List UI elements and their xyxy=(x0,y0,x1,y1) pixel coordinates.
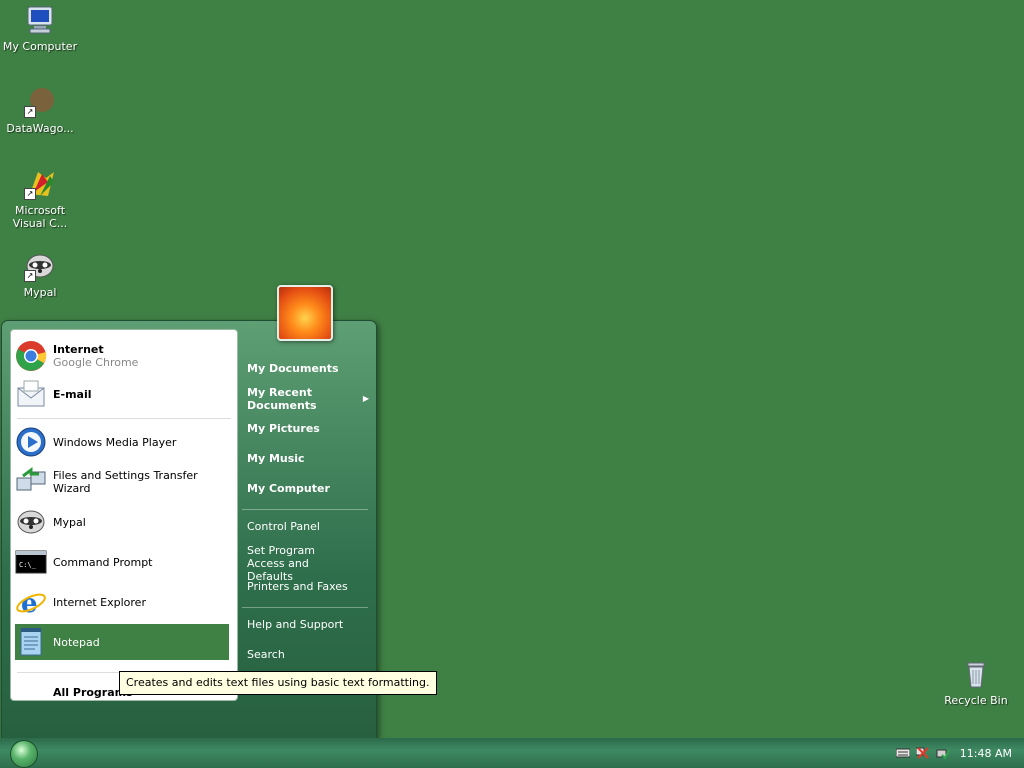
pinned-item-title: E-mail xyxy=(53,387,92,401)
places-item-set-program-access[interactable]: Set Program Access and Defaults xyxy=(247,544,355,583)
start-menu-left-pane: Internet Google Chrome E-mail Windows Me… xyxy=(10,329,238,701)
recent-item-media-player[interactable]: Windows Media Player xyxy=(15,424,229,460)
pinned-item-title: Internet xyxy=(53,343,104,356)
desktop-icon-visual-c[interactable]: ↗ Microsoft Visual C... xyxy=(0,168,80,230)
places-item-my-pictures[interactable]: My Pictures xyxy=(247,422,369,435)
recent-item-command-prompt[interactable]: C:\_ Command Prompt xyxy=(15,544,229,580)
notepad-icon xyxy=(15,626,47,658)
desktop-icon-datawagon[interactable]: ↗ DataWago... xyxy=(0,86,80,135)
places-item-control-panel[interactable]: Control Panel xyxy=(247,520,369,533)
command-prompt-icon: C:\_ xyxy=(15,546,47,578)
places-item-label: My Recent Documents xyxy=(247,386,317,412)
desktop-icon-recycle-bin[interactable]: Recycle Bin xyxy=(936,658,1016,707)
desktop-icon-label: Microsoft Visual C... xyxy=(12,204,68,230)
recent-item-internet-explorer[interactable]: e Internet Explorer xyxy=(15,584,229,620)
svg-text:e: e xyxy=(21,589,38,618)
recent-item-label: Command Prompt xyxy=(53,555,153,569)
pinned-item-internet[interactable]: Internet Google Chrome xyxy=(15,338,229,374)
separator xyxy=(242,509,368,510)
mypal-icon xyxy=(15,506,47,538)
clock[interactable]: 11:48 AM xyxy=(960,747,1012,760)
taskbar: 11:48 AM xyxy=(0,738,1024,768)
desktop-icon-label: My Computer xyxy=(2,40,78,53)
places-item-my-documents[interactable]: My Documents xyxy=(247,362,369,375)
chrome-icon xyxy=(15,340,47,372)
separator xyxy=(17,418,231,419)
shortcut-arrow-icon: ↗ xyxy=(24,106,36,118)
desktop-icon-label: Mypal xyxy=(23,286,57,299)
chevron-right-icon: ▶ xyxy=(362,394,369,403)
places-item-my-recent-documents[interactable]: My Recent Documents ▶ xyxy=(247,386,369,412)
places-item-printers-faxes[interactable]: Printers and Faxes xyxy=(247,580,369,593)
recent-item-transfer-wizard[interactable]: Files and Settings Transfer Wizard xyxy=(15,464,229,500)
separator xyxy=(242,607,368,608)
desktop-icon-my-computer[interactable]: My Computer xyxy=(0,4,80,53)
shortcut-arrow-icon: ↗ xyxy=(24,188,36,200)
datawagon-icon: ↗ xyxy=(24,86,56,118)
recent-item-label: Internet Explorer xyxy=(53,595,146,609)
keyboard-icon[interactable] xyxy=(895,746,911,760)
recent-item-notepad[interactable]: Notepad xyxy=(15,624,229,660)
safely-remove-hardware-icon[interactable] xyxy=(936,746,950,760)
places-item-my-music[interactable]: My Music xyxy=(247,452,369,465)
desktop-icon-label: Recycle Bin xyxy=(944,694,1008,707)
visual-studio-icon: ↗ xyxy=(24,168,56,200)
recent-item-label: Files and Settings Transfer Wizard xyxy=(53,469,198,495)
desktop-icon-label: DataWago... xyxy=(6,122,74,135)
mypal-icon: ↗ xyxy=(24,250,56,282)
system-tray: 11:48 AM xyxy=(864,738,1024,768)
tooltip: Creates and edits text files using basic… xyxy=(119,671,437,695)
places-item-help-support[interactable]: Help and Support xyxy=(247,618,369,631)
places-item-my-computer[interactable]: My Computer xyxy=(247,482,369,495)
recent-item-label: Mypal xyxy=(53,515,86,529)
pinned-item-subtitle: Google Chrome xyxy=(53,356,139,369)
recycle-bin-icon xyxy=(960,658,992,690)
shortcut-arrow-icon: ↗ xyxy=(24,270,36,282)
start-button[interactable] xyxy=(10,740,38,768)
my-computer-icon xyxy=(24,4,56,36)
email-icon xyxy=(15,378,47,410)
places-item-search[interactable]: Search xyxy=(247,648,369,661)
desktop-icon-mypal[interactable]: ↗ Mypal xyxy=(0,250,80,299)
media-player-icon xyxy=(15,426,47,458)
network-icon[interactable] xyxy=(915,746,930,760)
transfer-wizard-icon xyxy=(15,466,47,498)
internet-explorer-icon: e xyxy=(15,586,47,619)
recent-item-label: Windows Media Player xyxy=(53,435,177,449)
user-picture[interactable] xyxy=(277,285,333,341)
recent-item-mypal[interactable]: Mypal xyxy=(15,504,229,540)
recent-item-label: Notepad xyxy=(53,635,100,649)
pinned-item-email[interactable]: E-mail xyxy=(15,376,229,412)
svg-text:C:\_: C:\_ xyxy=(19,561,37,569)
